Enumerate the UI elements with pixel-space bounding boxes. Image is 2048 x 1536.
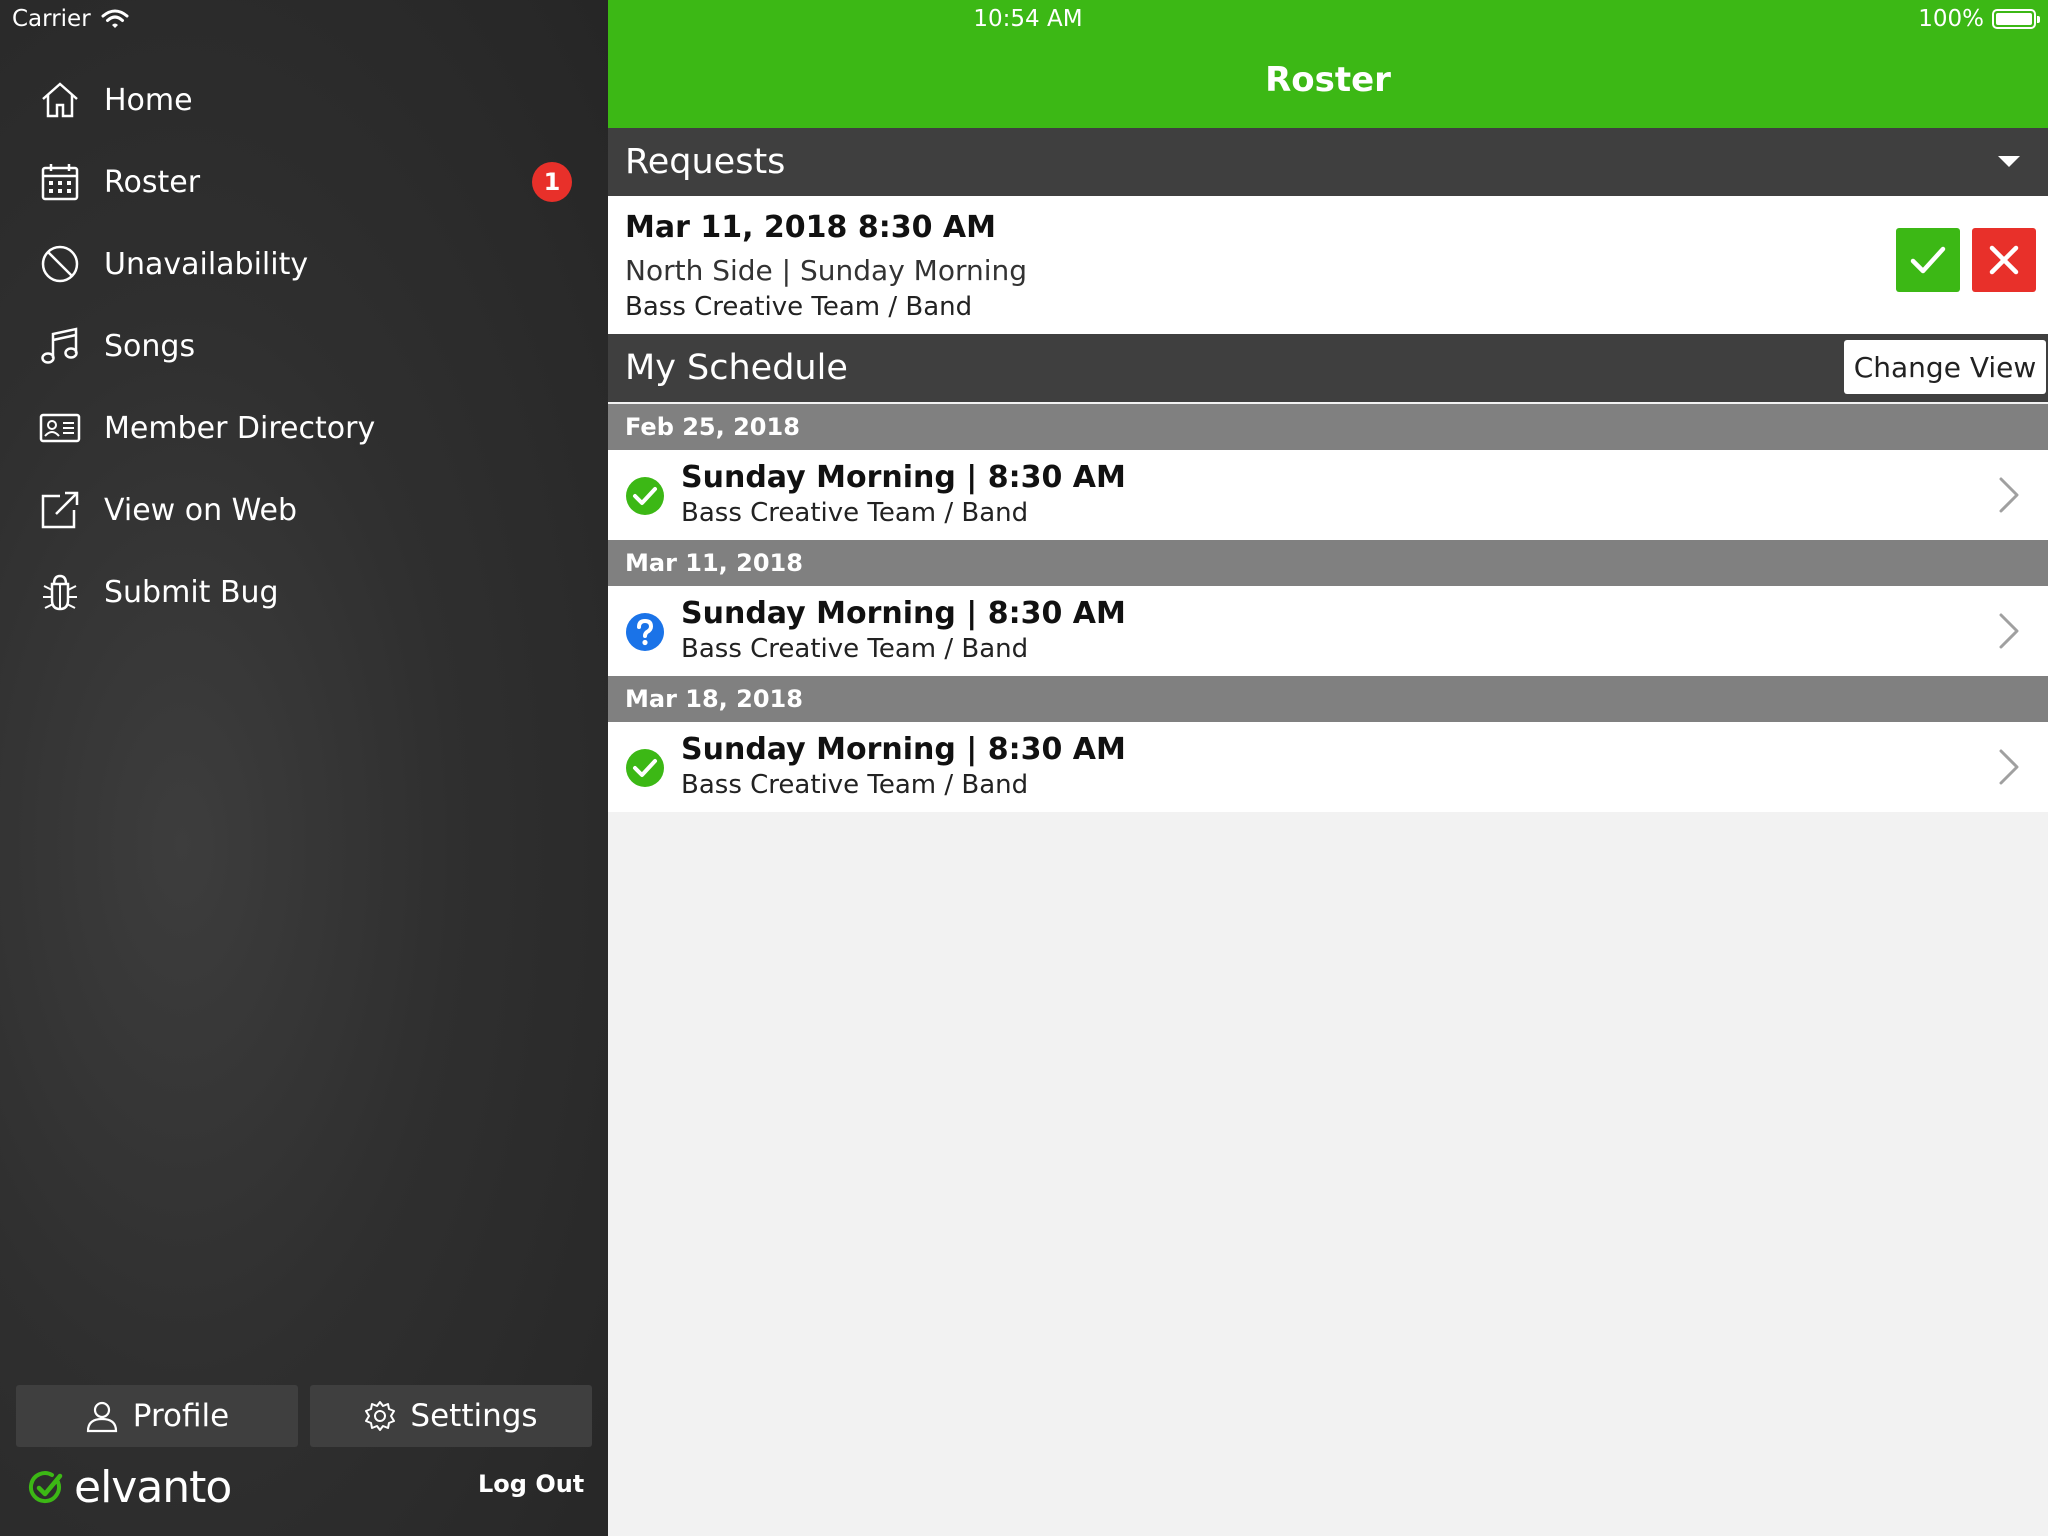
change-view-button[interactable]: Change View [1844,340,2046,394]
status-battery: 100% [1918,6,2040,32]
notification-badge: 1 [532,162,572,202]
date-divider: Mar 11, 2018 [608,540,2048,586]
carrier-label: Carrier [12,6,91,32]
sidebar-item-submit-bug[interactable]: Submit Bug [0,551,608,633]
schedule-row-subtitle: Bass Creative Team / Band [681,770,1029,800]
sidebar-item-label: Home [104,82,193,118]
sidebar-item-home[interactable]: Home [0,59,608,141]
schedule-row[interactable]: Sunday Morning | 8:30 AM Bass Creative T… [608,722,2048,812]
chevron-down-icon[interactable] [1998,156,2020,167]
profile-label: Profile [132,1398,230,1434]
sidebar-item-label: View on Web [104,492,298,528]
settings-label: Settings [410,1398,538,1434]
schedule-row-subtitle: Bass Creative Team / Band [681,498,1029,528]
schedule-row[interactable]: Sunday Morning | 8:30 AM Bass Creative T… [608,586,2048,676]
date-divider: Mar 18, 2018 [608,676,2048,722]
logout-button[interactable]: Log Out [478,1470,584,1498]
profile-button[interactable]: Profile [16,1385,298,1447]
pending-question-icon [626,613,664,651]
schedule-row-title: Sunday Morning | 8:30 AM [681,732,1126,767]
sidebar: Carrier Home Roster 1 Unavailability Son… [0,0,608,1536]
request-team: Bass Creative Team / Band [625,292,973,322]
status-carrier: Carrier [12,6,129,32]
navigation-bar: 10:54 AM 100% Roster [608,0,2048,128]
request-item[interactable]: Mar 11, 2018 8:30 AM North Side | Sunday… [608,196,2048,334]
accept-button[interactable] [1896,228,1960,292]
confirmed-check-icon [626,477,664,515]
request-date: Mar 11, 2018 8:30 AM [625,210,997,245]
schedule-row-title: Sunday Morning | 8:30 AM [681,596,1126,631]
chevron-right-icon [1999,477,2019,513]
checkmark-icon [1910,246,1946,274]
user-icon [86,1401,117,1433]
schedule-header: My Schedule Change View [608,334,2048,402]
sidebar-item-unavailability[interactable]: Unavailability [0,223,608,305]
sidebar-item-label: Songs [104,328,196,364]
status-time: 10:54 AM [973,6,1083,32]
wifi-icon [101,9,129,28]
schedule-title: My Schedule [625,348,848,388]
sidebar-item-label: Roster [104,164,201,200]
logo-check-icon [28,1470,63,1503]
external-link-icon [41,491,79,529]
settings-button[interactable]: Settings [310,1385,592,1447]
gear-icon [365,1401,396,1431]
id-card-icon [39,413,81,443]
date-divider: Feb 25, 2018 [608,404,2048,450]
sidebar-item-label: Unavailability [104,246,309,282]
calendar-icon [41,164,79,201]
home-icon [42,82,78,118]
close-icon [1989,245,2019,275]
date-divider-label: Feb 25, 2018 [625,413,800,441]
battery-icon [1992,9,2040,29]
main-content: 10:54 AM 100% Roster Requests Mar 11, 20… [608,0,2048,1536]
page-title: Roster [1265,60,1391,100]
decline-button[interactable] [1972,228,2036,292]
sidebar-item-songs[interactable]: Songs [0,305,608,387]
elvanto-logo: elvanto [28,1462,232,1513]
sidebar-item-view-on-web[interactable]: View on Web [0,469,608,551]
date-divider-label: Mar 11, 2018 [625,549,803,577]
battery-percent: 100% [1918,6,1984,32]
sidebar-item-label: Submit Bug [104,574,279,610]
bug-icon [43,574,77,611]
confirmed-check-icon [626,749,664,787]
sidebar-item-roster[interactable]: Roster 1 [0,141,608,223]
request-location: North Side | Sunday Morning [625,254,1028,287]
chevron-right-icon [1999,613,2019,649]
schedule-row-subtitle: Bass Creative Team / Band [681,634,1029,664]
schedule-row[interactable]: Sunday Morning | 8:30 AM Bass Creative T… [608,450,2048,540]
chevron-right-icon [1999,749,2019,785]
music-note-icon [41,327,78,364]
sidebar-item-member-directory[interactable]: Member Directory [0,387,608,469]
block-icon [41,245,79,283]
requests-title: Requests [625,142,786,182]
sidebar-item-label: Member Directory [104,410,376,446]
requests-header[interactable]: Requests [608,128,2048,196]
logo-text: elvanto [74,1462,232,1513]
schedule-row-title: Sunday Morning | 8:30 AM [681,460,1126,495]
date-divider-label: Mar 18, 2018 [625,685,803,713]
